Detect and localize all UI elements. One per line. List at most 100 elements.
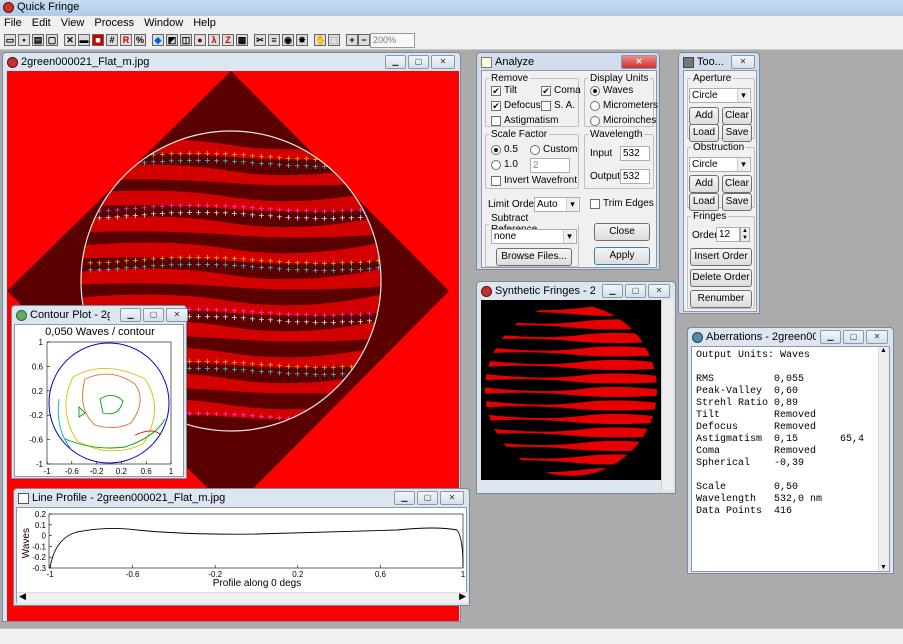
aperture-select[interactable]: Circle (689, 88, 751, 103)
insert-order-button[interactable]: Insert Order (690, 248, 752, 266)
preview-icon[interactable]: ▢ (46, 34, 58, 46)
close-button[interactable]: ✕ (731, 55, 755, 69)
r-icon[interactable]: R (120, 34, 132, 46)
scale-05-radio[interactable] (491, 145, 501, 155)
minimize-button[interactable]: ▁ (820, 330, 841, 344)
limit-order-select[interactable]: Auto (534, 197, 580, 212)
zoom-select[interactable]: 200% (370, 33, 415, 48)
scroll-left-icon[interactable]: ◀ (19, 591, 26, 602)
menu-window[interactable]: Window (140, 16, 189, 29)
chart-icon[interactable]: ◩ (166, 34, 178, 46)
fringe-marker: + (240, 411, 247, 420)
close-button[interactable]: ✕ (648, 284, 670, 298)
close-button[interactable]: ✕ (866, 330, 888, 344)
tools-icon[interactable]: ✕ (64, 34, 76, 46)
waves-radio[interactable] (590, 86, 600, 96)
fraction-icon[interactable]: % (134, 34, 146, 46)
menu-edit[interactable]: Edit (28, 16, 57, 29)
sync-icon[interactable]: ✸ (296, 34, 308, 46)
minimize-button[interactable]: ▁ (602, 284, 623, 298)
close-button[interactable]: ✕ (431, 55, 455, 69)
stack-icon[interactable]: ≡ (268, 34, 280, 46)
aperture-load-button[interactable]: Load (689, 124, 719, 142)
close-button[interactable]: ✕ (621, 55, 657, 69)
renumber-button[interactable]: Renumber (690, 290, 752, 308)
grid-red-icon[interactable]: ▦ (236, 34, 248, 46)
scroll-up-icon[interactable]: ▲ (880, 347, 887, 354)
aperture-clear-button[interactable]: Clear (722, 107, 752, 125)
zoom-in-icon[interactable]: + (346, 34, 358, 46)
wavelength-output[interactable]: 532 (620, 169, 650, 184)
coma-checkbox[interactable]: ✔ (541, 86, 551, 96)
maximize-button[interactable]: ▢ (143, 308, 164, 322)
maximize-button[interactable]: ▢ (843, 330, 864, 344)
fringe-marker: + (258, 159, 265, 168)
synthetic-scrollbar[interactable] (661, 300, 673, 490)
menu-view[interactable]: View (57, 16, 91, 29)
scroll-down-icon[interactable]: ▼ (880, 564, 887, 571)
maximize-button[interactable]: ▢ (408, 55, 429, 69)
close-dialog-button[interactable]: Close (594, 223, 650, 241)
fringe-marker: + (285, 317, 292, 326)
aberrations-scrollbar[interactable]: ▲ ▼ (878, 347, 889, 571)
y-tick-label: 0.2 (32, 387, 44, 396)
print-icon[interactable]: ▤ (32, 34, 44, 46)
custom-radio[interactable] (530, 145, 540, 155)
sa-checkbox[interactable] (541, 101, 551, 111)
subtract-select[interactable]: none (491, 229, 577, 244)
minimize-button[interactable]: ▁ (394, 491, 415, 505)
obstruction-add-button[interactable]: Add (689, 175, 719, 193)
sphere-icon[interactable]: ◉ (282, 34, 294, 46)
maximize-button[interactable]: ▢ (417, 491, 438, 505)
marker-icon[interactable]: ✂ (254, 34, 266, 46)
tilt-checkbox[interactable]: ✔ (491, 86, 501, 96)
z-icon[interactable]: Z (222, 34, 234, 46)
order-input[interactable]: 12 (716, 227, 740, 242)
order-spinner[interactable]: ▲ ▼ (740, 227, 750, 242)
hand-icon[interactable]: ✋ (314, 34, 326, 46)
menu-file[interactable]: File (0, 16, 28, 29)
defocus-checkbox[interactable]: ✔ (491, 101, 501, 111)
profile-scrollbar[interactable]: ◀ ▶ (17, 591, 468, 603)
obstruction-select[interactable]: Circle (689, 157, 751, 172)
maximize-button[interactable]: ▢ (625, 284, 646, 298)
select-icon[interactable]: ⬚ (328, 34, 340, 46)
wavelength-input[interactable]: 532 (620, 146, 650, 161)
plot-icon[interactable]: ◫ (180, 34, 192, 46)
browse-button[interactable]: Browse Files... (496, 248, 572, 266)
open-icon[interactable]: ▭ (4, 34, 16, 46)
sa-label: S. A. (554, 100, 576, 111)
fringe-marker: + (366, 264, 373, 273)
astig-checkbox[interactable] (491, 116, 501, 126)
obstruction-clear-button[interactable]: Clear (722, 175, 752, 193)
delete-order-button[interactable]: Delete Order (690, 269, 752, 287)
lambda-icon[interactable]: λ (208, 34, 220, 46)
aperture-save-button[interactable]: Save (722, 124, 752, 142)
red-square-icon[interactable]: ■ (92, 34, 104, 46)
analyze-icon[interactable]: ◆ (152, 34, 164, 46)
scale-10-radio[interactable] (491, 160, 501, 170)
scroll-right-icon[interactable]: ▶ (459, 591, 466, 602)
aberrations-title: Aberrations - 2green0000... (706, 331, 816, 343)
microinches-radio[interactable] (590, 116, 600, 126)
close-button[interactable]: ✕ (166, 308, 188, 322)
minimize-button[interactable]: ▁ (385, 55, 406, 69)
obstruction-load-button[interactable]: Load (689, 193, 719, 211)
fringe-marker: + (321, 318, 328, 327)
obstruction-save-button[interactable]: Save (722, 193, 752, 211)
grid-icon[interactable]: # (106, 34, 118, 46)
menu-process[interactable]: Process (90, 16, 140, 29)
trim-checkbox[interactable] (590, 199, 600, 209)
fringe-icon[interactable]: ● (194, 34, 206, 46)
invert-checkbox[interactable] (491, 176, 501, 186)
zoom-out-icon[interactable]: − (358, 34, 370, 46)
film-icon[interactable]: ▬ (78, 34, 90, 46)
micrometers-radio[interactable] (590, 101, 600, 111)
custom-scale-input[interactable]: 2 (530, 158, 570, 173)
aperture-add-button[interactable]: Add (689, 107, 719, 125)
close-button[interactable]: ✕ (440, 491, 464, 505)
apply-button[interactable]: Apply (594, 247, 650, 265)
minimize-button[interactable]: ▁ (120, 308, 141, 322)
save-icon[interactable]: ▪ (18, 34, 30, 46)
menu-help[interactable]: Help (189, 16, 222, 29)
